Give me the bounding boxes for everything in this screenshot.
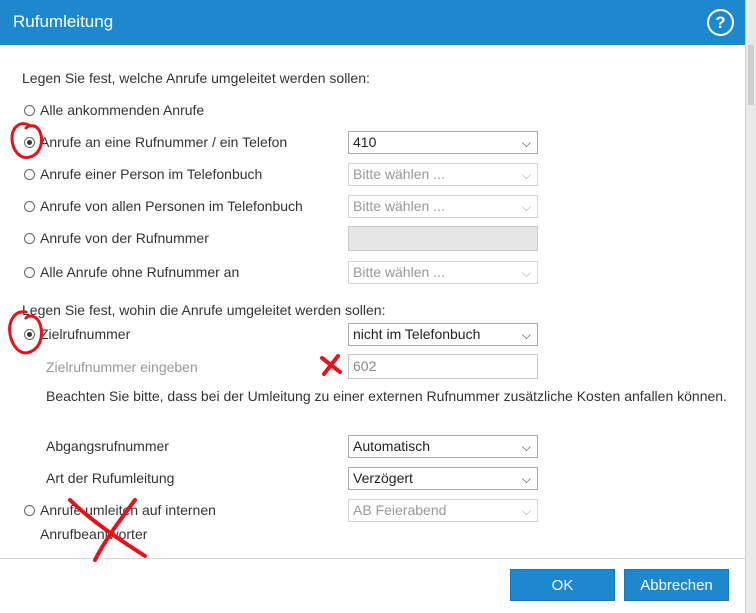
section2-heading: Legen Sie fest, wohin die Anrufe umgelei… bbox=[22, 302, 386, 318]
select-target-type-value: nicht im Telefonbuch bbox=[353, 326, 481, 342]
chevron-down-icon: ⌵ bbox=[521, 504, 531, 518]
label-all-incoming: Alle ankommenden Anrufe bbox=[40, 102, 205, 118]
radio-target-number[interactable] bbox=[24, 329, 35, 340]
select-person-value: Bitte wählen ... bbox=[353, 166, 445, 182]
radio-internal-answering[interactable] bbox=[24, 505, 35, 516]
radio-no-number[interactable] bbox=[24, 267, 35, 278]
chevron-down-icon: ⌵ bbox=[521, 168, 531, 182]
label-internal-answering-1: Anrufe umleiten auf internen bbox=[40, 502, 216, 518]
label-no-number: Alle Anrufe ohne Rufnummer an bbox=[40, 264, 240, 280]
radio-number-phone[interactable] bbox=[24, 137, 35, 148]
select-no-number-value: Bitte wählen ... bbox=[353, 264, 445, 280]
radio-all-incoming[interactable] bbox=[24, 105, 35, 116]
scrollbar[interactable] bbox=[745, 0, 756, 613]
label-target-number: Zielrufnummer bbox=[40, 326, 131, 342]
radio-person-phonebook[interactable] bbox=[24, 169, 35, 180]
chevron-down-icon: ⌵ bbox=[521, 440, 531, 454]
label-enter-target: Zielrufnummer eingeben bbox=[46, 359, 198, 375]
select-forward-type[interactable]: Verzögert ⌵ bbox=[348, 467, 538, 490]
annotation-small-x bbox=[320, 354, 342, 376]
scrollbar-thumb[interactable] bbox=[748, 45, 754, 105]
cost-notice: Beachten Sie bitte, dass bei der Umleitu… bbox=[46, 388, 727, 404]
select-target-type[interactable]: nicht im Telefonbuch ⌵ bbox=[348, 323, 538, 346]
chevron-down-icon: ⌵ bbox=[521, 200, 531, 214]
select-phone-number-value: 410 bbox=[353, 134, 377, 150]
cancel-button[interactable]: Abbrechen bbox=[624, 569, 729, 601]
select-phone-number[interactable]: 410 ⌵ bbox=[348, 131, 538, 154]
label-number-phone: Anrufe an eine Rufnummer / ein Telefon bbox=[40, 134, 288, 150]
dialog-title-bar: Rufumleitung ? bbox=[0, 0, 745, 45]
select-person[interactable]: Bitte wählen ... ⌵ bbox=[348, 163, 538, 186]
label-person-phonebook: Anrufe einer Person im Telefonbuch bbox=[40, 166, 263, 182]
help-icon[interactable]: ? bbox=[707, 9, 734, 36]
section1-heading: Legen Sie fest, welche Anrufe umgeleitet… bbox=[22, 70, 370, 86]
chevron-down-icon: ⌵ bbox=[521, 266, 531, 280]
ok-button[interactable]: OK bbox=[510, 569, 615, 601]
select-all-phonebook[interactable]: Bitte wählen ... ⌵ bbox=[348, 195, 538, 218]
label-internal-answering-2: Anrufbeantworter bbox=[40, 526, 148, 542]
select-answering-machine[interactable]: AB Feierabend ⌵ bbox=[348, 499, 538, 522]
chevron-down-icon: ⌵ bbox=[521, 328, 531, 342]
select-no-number[interactable]: Bitte wählen ... ⌵ bbox=[348, 261, 538, 284]
select-answering-machine-value: AB Feierabend bbox=[353, 502, 447, 518]
select-outgoing-number-value: Automatisch bbox=[353, 438, 431, 454]
chevron-down-icon: ⌵ bbox=[521, 136, 531, 150]
dialog-title: Rufumleitung bbox=[13, 12, 114, 31]
radio-all-phonebook[interactable] bbox=[24, 201, 35, 212]
label-from-number: Anrufe von der Rufnummer bbox=[40, 230, 209, 246]
label-all-phonebook: Anrufe von allen Personen im Telefonbuch bbox=[40, 198, 303, 214]
footer-divider bbox=[0, 558, 745, 559]
input-from-number[interactable] bbox=[348, 226, 538, 251]
select-outgoing-number[interactable]: Automatisch ⌵ bbox=[348, 435, 538, 458]
radio-from-number[interactable] bbox=[24, 233, 35, 244]
select-all-phonebook-value: Bitte wählen ... bbox=[353, 198, 445, 214]
select-forward-type-value: Verzögert bbox=[353, 470, 413, 486]
chevron-down-icon: ⌵ bbox=[521, 472, 531, 486]
input-target-number[interactable]: 602 bbox=[348, 354, 538, 379]
label-outgoing-number: Abgangsrufnummer bbox=[46, 438, 169, 454]
label-forward-type: Art der Rufumleitung bbox=[46, 470, 175, 486]
